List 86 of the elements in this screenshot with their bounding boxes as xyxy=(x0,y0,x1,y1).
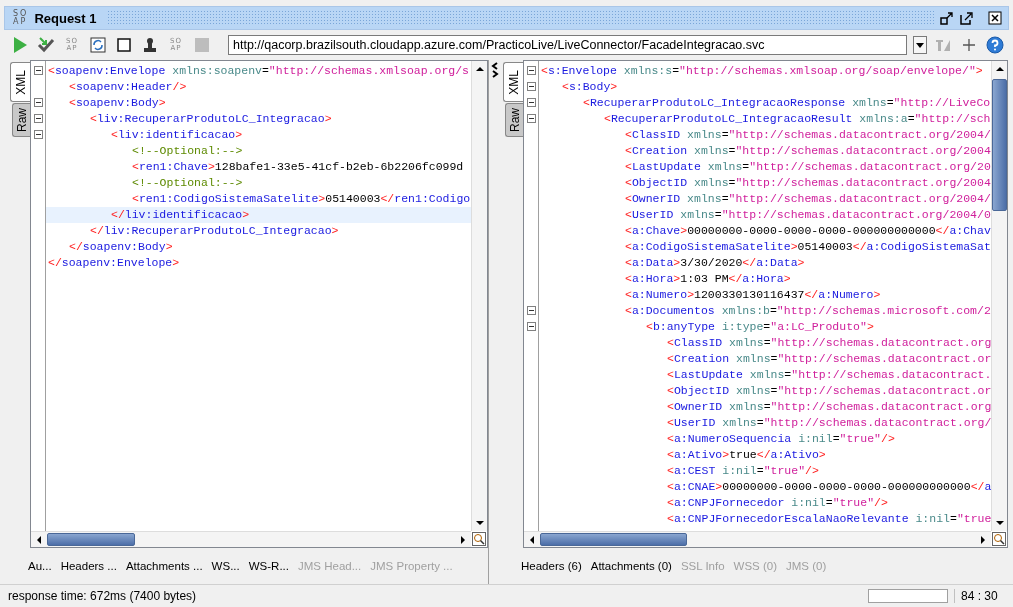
code-line: </soapenv:Envelope> xyxy=(47,255,181,271)
code-line: <LastUpdate xmlns="http://schemas.datacontract. xyxy=(666,367,991,383)
collapse-icon[interactable] xyxy=(34,130,43,139)
collapse-left-icon[interactable] xyxy=(491,62,499,70)
panel-tab[interactable]: WS... xyxy=(211,560,240,572)
panel-tab[interactable]: Attachments ... xyxy=(125,560,203,572)
zoom-icon[interactable] xyxy=(991,531,1007,547)
status-text: response time: 672ms (7400 bytes) xyxy=(8,589,198,603)
code-line: <a:Documentos xmlns:b="http://schemas.microsoft.com/2 xyxy=(624,303,991,319)
vertical-scrollbar[interactable] xyxy=(991,61,1007,531)
code-line: <a:NumeroSequencia i:nil="true"/> xyxy=(666,431,896,447)
url-field[interactable]: http://qacorp.brazilsouth.cloudapp.azure.com/PracticoLive/LiveConnector/FacadeIntegracao.svc xyxy=(228,35,907,55)
xml-editor[interactable] xyxy=(30,60,488,548)
collapse-icon[interactable] xyxy=(34,66,43,75)
code-line: <a:CEST i:nil="true"/> xyxy=(666,463,820,479)
restore-icon[interactable] xyxy=(960,11,974,25)
code-line: <Creation xmlns="http://schemas.datacontract.or xyxy=(666,351,991,367)
code-line: <UserID xmlns="http://schemas.datacontract.org/ xyxy=(666,415,991,431)
code-line: <soapenv:Envelope xmlns:soapenv="http://schemas.xmlsoap.org/s xyxy=(47,63,470,79)
code-line: <a:Data>3/30/2020</a:Data> xyxy=(624,255,806,271)
code-line: <soapenv:Body> xyxy=(68,95,167,111)
view-tab[interactable]: XML xyxy=(10,62,30,102)
code-line: <!--Optional:--> xyxy=(131,143,244,159)
code-line: <OwnerID xmlns="http://schemas.datacontract.org/2004/ xyxy=(624,191,991,207)
code-line: <ClassID xmlns="http://schemas.datacontract.org xyxy=(666,335,991,351)
code-line: <RecuperarProdutoLC_IntegracaoResult xmlns:a="http://sch xyxy=(603,111,991,127)
dropdown-button[interactable] xyxy=(913,36,927,54)
code-line: <RecuperarProdutoLC_IntegracaoResponse xmlns="http://LiveCo xyxy=(582,95,991,111)
collapse-icon[interactable] xyxy=(527,114,536,123)
panel-tab[interactable]: Headers ... xyxy=(60,560,117,572)
check-icon[interactable] xyxy=(36,35,56,55)
code-line: <ObjectID xmlns="http://schemas.datacontract.org/2004 xyxy=(624,175,991,191)
code-line: </soapenv:Body> xyxy=(68,239,174,255)
help-icon[interactable] xyxy=(985,35,1005,55)
code-line: <liv:identificacao> xyxy=(110,127,244,143)
collapse-right-icon[interactable] xyxy=(491,70,499,78)
collapse-icon[interactable] xyxy=(527,322,536,331)
refresh-icon[interactable] xyxy=(88,35,108,55)
panel-tab[interactable]: Au... xyxy=(28,560,52,572)
window-title: Request 1 xyxy=(34,10,97,26)
code-line: <b:anyType i:type="a:LC_Produto"> xyxy=(645,319,875,335)
code-line: <s:Envelope xmlns:s="http://schemas.xmlsoap.org/soap/envelope/"> xyxy=(540,63,984,79)
view-tab[interactable]: Raw xyxy=(505,103,523,137)
cursor-position: 84 : 30 xyxy=(954,589,1005,603)
code-line: <!--Optional:--> xyxy=(131,175,244,191)
code-line: <a:Ativo>true</a:Ativo> xyxy=(666,447,827,463)
detach-icon[interactable] xyxy=(940,11,954,25)
horizontal-scrollbar[interactable] xyxy=(31,531,471,547)
code-line: <a:Chave>00000000-0000-0000-0000-000000000000</a:Chav xyxy=(624,223,991,239)
panel-tab[interactable]: Attachments (0) xyxy=(590,560,672,572)
view-tab[interactable]: Raw xyxy=(12,103,30,137)
vertical-scrollbar[interactable] xyxy=(471,61,487,531)
code-line: <LastUpdate xmlns="http://schemas.datacontract.org/20 xyxy=(624,159,991,175)
horizontal-scrollbar[interactable] xyxy=(524,531,991,547)
code-line: </liv:RecuperarProdutoLC_Integracao> xyxy=(89,223,340,239)
collapse-icon[interactable] xyxy=(527,98,536,107)
zoom-icon[interactable] xyxy=(471,531,487,547)
soap-logo: SO AP xyxy=(13,10,29,26)
stop-icon[interactable] xyxy=(114,35,134,55)
collapse-icon[interactable] xyxy=(527,82,536,91)
code-line: <a:CNAE>00000000-0000-0000-0000-000000000000</a xyxy=(666,479,991,495)
code-line: <a:CNPJFornecedorEscalaNaoRelevante i:nil="true xyxy=(666,511,991,527)
code-line: <soapenv:Header/> xyxy=(68,79,188,95)
collapse-icon[interactable] xyxy=(34,114,43,123)
code-line: <a:CNPJFornecedor i:nil="true"/> xyxy=(666,495,889,511)
xml-editor[interactable] xyxy=(523,60,1008,548)
collapse-icon[interactable] xyxy=(34,98,43,107)
panel-tab[interactable]: Headers (6) xyxy=(521,560,582,572)
collapse-icon[interactable] xyxy=(527,306,536,315)
code-line: <s:Body> xyxy=(561,79,619,95)
code-line: <ren1:CodigoSistemaSatelite>05140003</ren1:Codigo xyxy=(131,191,471,207)
code-line: <OwnerID xmlns="http://schemas.datacontract.org xyxy=(666,399,991,415)
code-line: <UserID xmlns="http://schemas.datacontract.org/2004/0 xyxy=(624,207,991,223)
code-line: <liv:RecuperarProdutoLC_Integracao> xyxy=(89,111,333,127)
caret-icon xyxy=(916,42,924,48)
panel-tab[interactable]: WS-R... xyxy=(248,560,289,572)
close-icon[interactable] xyxy=(988,11,1002,25)
code-line: <Creation xmlns="http://schemas.datacontract.org/2004 xyxy=(624,143,991,159)
view-tab[interactable]: XML xyxy=(503,62,523,102)
code-line: <ren1:Chave>128bafe1-33e5-41cf-b2eb-6b2206fc099d xyxy=(131,159,465,175)
code-line: <ClassID xmlns="http://schemas.datacontract.org/2004/ xyxy=(624,127,991,143)
code-line: <a:CodigoSistemaSatelite>05140003</a:CodigoSistemaSat xyxy=(624,239,991,255)
collapse-icon[interactable] xyxy=(527,66,536,75)
code-line: <a:Numero>1200330130116437</a:Numero> xyxy=(624,287,882,303)
code-line: <a:Hora>1:03 PM</a:Hora> xyxy=(624,271,792,287)
code-line: <ObjectID xmlns="http://schemas.datacontract.or xyxy=(666,383,991,399)
